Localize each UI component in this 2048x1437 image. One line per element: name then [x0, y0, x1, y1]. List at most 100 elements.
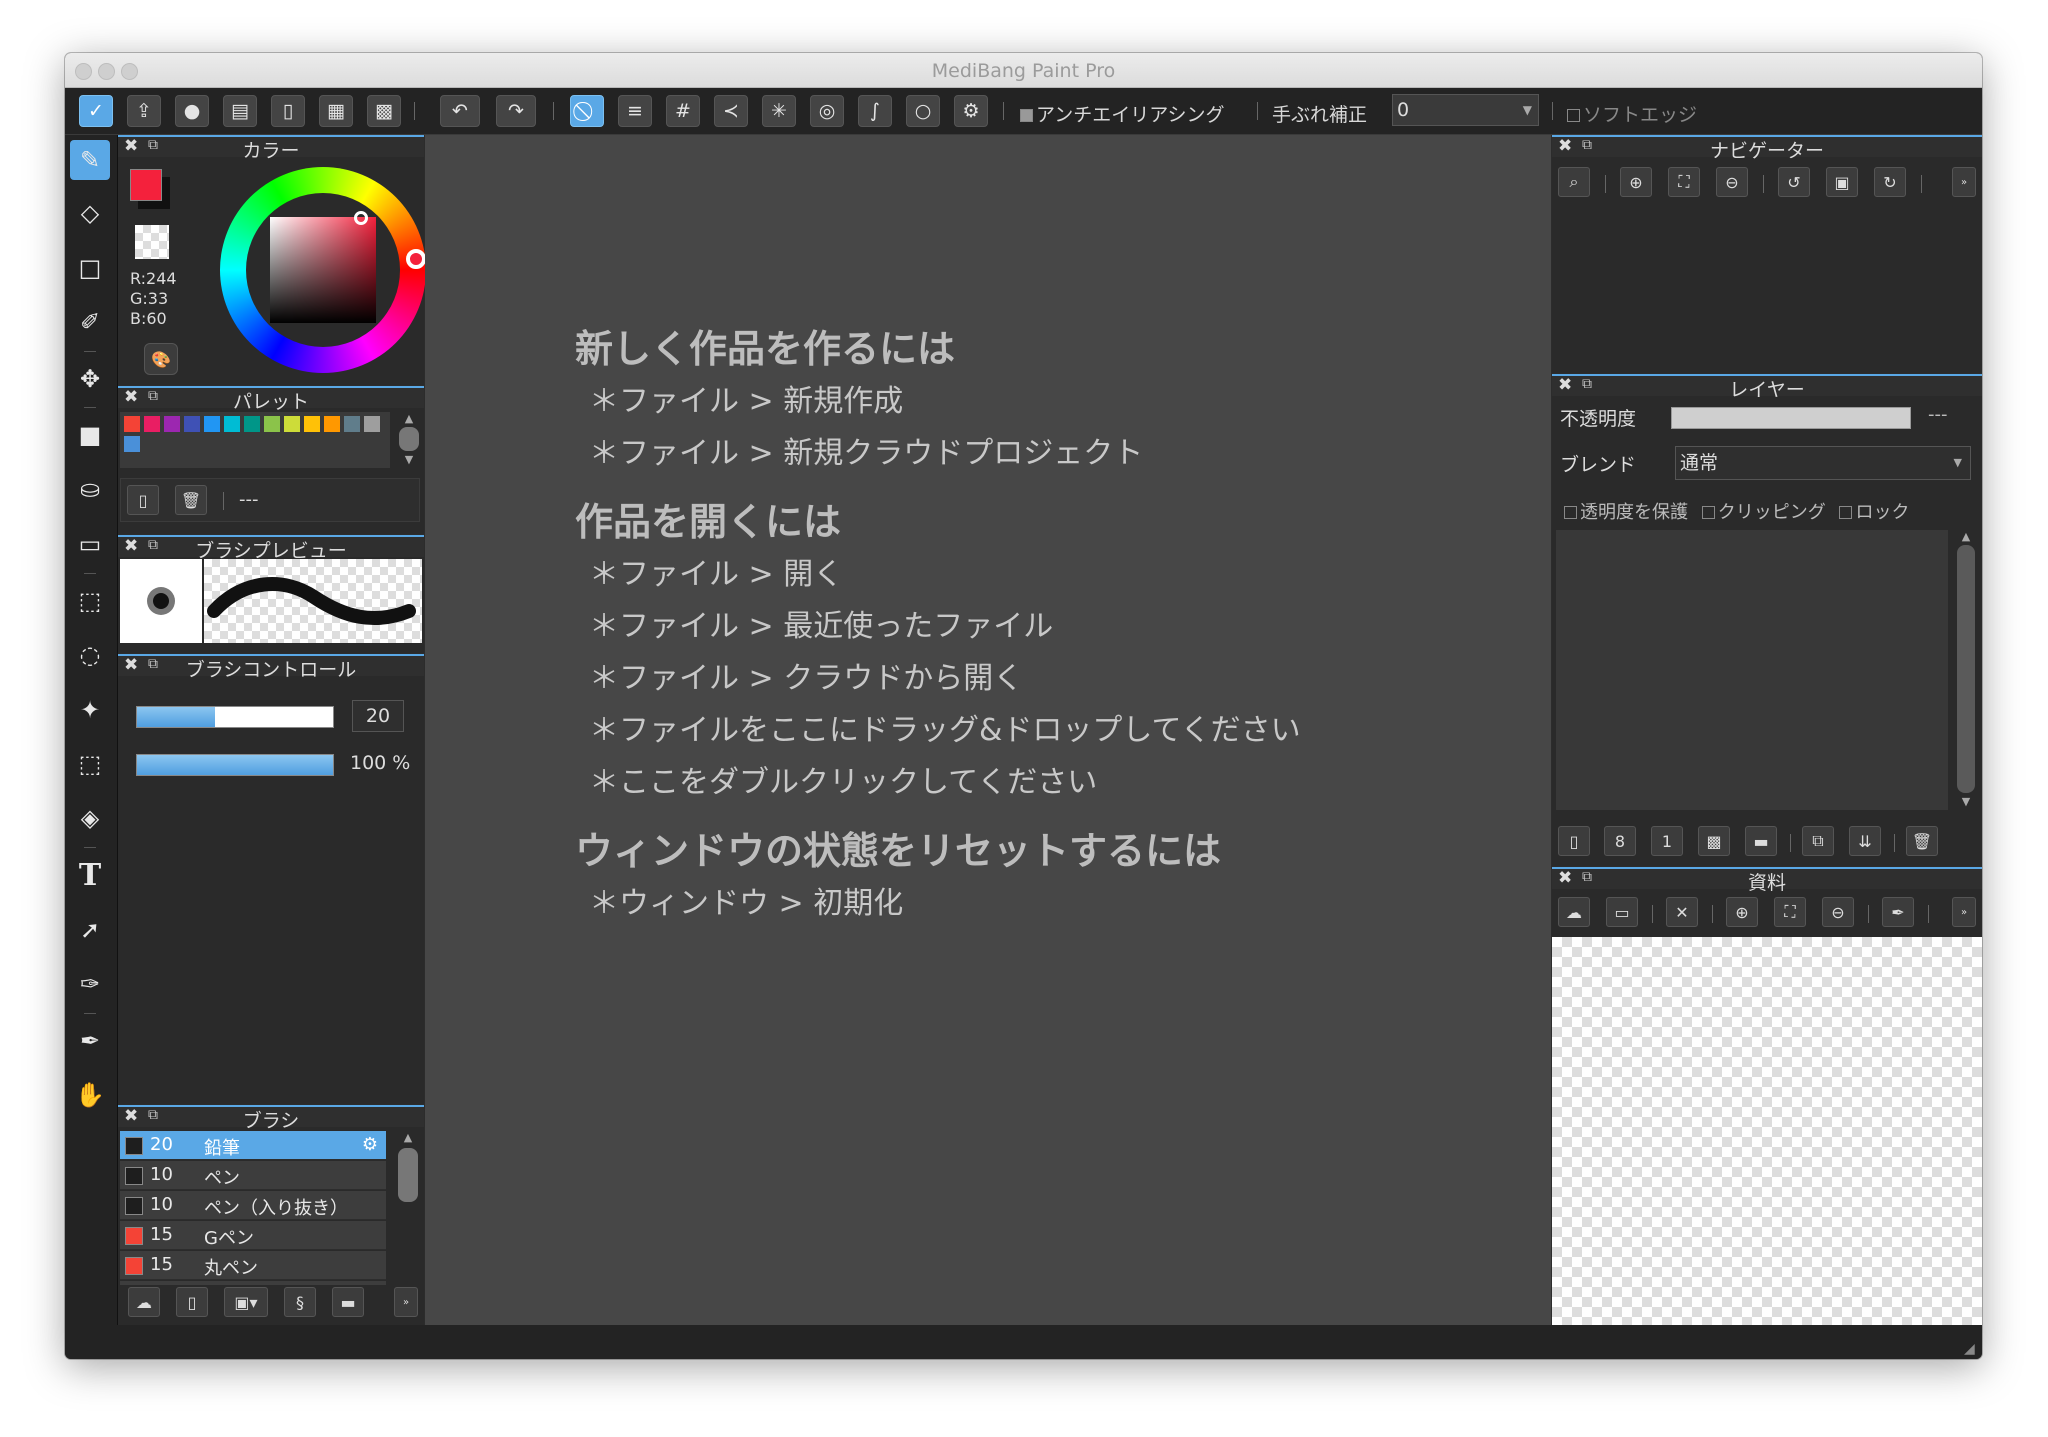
- brush-size-input[interactable]: 20: [352, 700, 404, 732]
- parallel-snap-button[interactable]: ≡: [618, 95, 652, 127]
- brush-list-item[interactable]: 10 ペン（入り抜き）: [120, 1191, 386, 1220]
- navigator-zoom-out-button[interactable]: ⊖: [1716, 167, 1748, 197]
- bucket-tool[interactable]: ⛀: [70, 469, 110, 509]
- palette-swatch[interactable]: [124, 416, 140, 432]
- delete-layer-button[interactable]: 🗑: [1906, 826, 1938, 856]
- navigator-reset-button[interactable]: ▣: [1826, 167, 1858, 197]
- material-close-button[interactable]: ✕: [1666, 897, 1698, 927]
- antialias-toggle[interactable]: アンチエイリアシング: [1020, 100, 1224, 127]
- palette-new-button[interactable]: ▯: [127, 485, 159, 515]
- balloon-button[interactable]: ●: [175, 95, 209, 127]
- sv-picker-handle[interactable]: [354, 211, 368, 225]
- perspective-snap-button[interactable]: ≺: [714, 95, 748, 127]
- layer-opacity-slider[interactable]: [1671, 407, 1911, 429]
- move-tool[interactable]: ✥: [70, 359, 110, 399]
- material-menu-button[interactable]: »: [1952, 897, 1976, 927]
- new-layer-button[interactable]: ▯: [1558, 826, 1590, 856]
- clipping-toggle[interactable]: クリッピング: [1701, 502, 1826, 523]
- brush-script-button[interactable]: §: [284, 1287, 316, 1317]
- brush-list-item[interactable]: 15 丸ペン: [120, 1251, 386, 1280]
- panel-layout-button[interactable]: ▦: [319, 95, 353, 127]
- curve-snap-button[interactable]: ∫: [858, 95, 892, 127]
- duplicate-layer-button[interactable]: ⧉: [1802, 826, 1834, 856]
- palette-swatch[interactable]: [304, 416, 320, 432]
- magic-wand-tool[interactable]: ✦: [70, 690, 110, 730]
- frame-button[interactable]: ▩: [367, 95, 401, 127]
- brush-add-menu-button[interactable]: ▣▾: [224, 1287, 268, 1317]
- palette-swatch[interactable]: [184, 416, 200, 432]
- navigator-rotate-right-button[interactable]: ↻: [1874, 167, 1906, 197]
- snap-off-button[interactable]: ⃠: [570, 95, 604, 127]
- select-pen-tool[interactable]: ⬚: [70, 744, 110, 784]
- palette-swatch[interactable]: [264, 416, 280, 432]
- merge-layer-button[interactable]: ⇊: [1849, 826, 1881, 856]
- dot-brush-tool[interactable]: ✐: [70, 302, 110, 342]
- brush-panel-menu-button[interactable]: »: [394, 1287, 418, 1317]
- resize-grip-icon[interactable]: ◢: [1964, 1341, 1980, 1357]
- share-button[interactable]: ⇪: [127, 95, 161, 127]
- soft-edge-checkbox[interactable]: [1567, 109, 1580, 122]
- lock-checkbox[interactable]: [1839, 506, 1853, 519]
- palette-scrollbar[interactable]: ▲ ▼: [398, 412, 420, 468]
- new-1bit-layer-button[interactable]: 1: [1651, 826, 1683, 856]
- saturation-value-square[interactable]: [270, 217, 376, 323]
- protect-alpha-toggle[interactable]: 透明度を保護: [1564, 502, 1688, 523]
- brush-list-item[interactable]: 10 ペン: [120, 1161, 386, 1190]
- brush-opacity-slider[interactable]: [136, 754, 334, 776]
- brush-folder-button[interactable]: ▬: [332, 1287, 364, 1317]
- palette-swatch[interactable]: [144, 416, 160, 432]
- cloud-sync-button[interactable]: ✓: [79, 95, 113, 127]
- brush-size-slider[interactable]: [136, 706, 334, 728]
- select-tool[interactable]: ⬚: [70, 581, 110, 621]
- brush-new-button[interactable]: ▯: [176, 1287, 208, 1317]
- navigator-rotate-left-button[interactable]: ↺: [1778, 167, 1810, 197]
- navigator-fit-button[interactable]: ⛶: [1668, 167, 1700, 197]
- redo-button[interactable]: ↷: [496, 95, 536, 127]
- palette-swatch[interactable]: [364, 416, 380, 432]
- brush-tool[interactable]: ✎: [70, 140, 110, 180]
- stabilizer-select[interactable]: 0 ▼: [1392, 94, 1539, 126]
- shape-tool[interactable]: □: [70, 248, 110, 288]
- palette-swatch[interactable]: [164, 416, 180, 432]
- concentric-snap-button[interactable]: ◎: [810, 95, 844, 127]
- antialias-checkbox[interactable]: [1020, 109, 1033, 122]
- grid-snap-button[interactable]: #: [666, 95, 700, 127]
- navigator-zoom-in-button[interactable]: ⊕: [1620, 167, 1652, 197]
- material-eyedropper-button[interactable]: ✒: [1882, 897, 1914, 927]
- brush-cloud-button[interactable]: ☁: [128, 1287, 160, 1317]
- hue-wheel[interactable]: [220, 167, 426, 373]
- lock-toggle[interactable]: ロック: [1839, 502, 1909, 523]
- palette-swatch[interactable]: [284, 416, 300, 432]
- comment-button[interactable]: ▤: [223, 95, 257, 127]
- gradient-tool[interactable]: ▭: [70, 524, 110, 564]
- select-eraser-tool[interactable]: ◈: [70, 798, 110, 838]
- material-fit-button[interactable]: ⛶: [1774, 897, 1806, 927]
- new-halftone-layer-button[interactable]: ▩: [1698, 826, 1730, 856]
- navigator-zoom-button[interactable]: ⌕: [1558, 167, 1590, 197]
- eraser-tool[interactable]: ◇: [70, 193, 110, 233]
- snap-settings-button[interactable]: ⚙: [954, 95, 988, 127]
- layer-list-scrollbar[interactable]: ▲ ▼: [1954, 530, 1978, 810]
- new-8bit-layer-button[interactable]: 8: [1604, 826, 1636, 856]
- palette-swatch[interactable]: [244, 416, 260, 432]
- radial-snap-button[interactable]: ✳: [762, 95, 796, 127]
- palette-swatch[interactable]: [344, 416, 360, 432]
- circle-snap-button[interactable]: ○: [906, 95, 940, 127]
- fill-tool[interactable]: ■: [70, 415, 110, 455]
- material-open-button[interactable]: ▭: [1606, 897, 1638, 927]
- canvas-area[interactable]: 新しく作品を作るには ＊ファイル > 新規作成 ＊ファイル > 新規クラウドプロ…: [425, 135, 1551, 1325]
- divide-tool[interactable]: ✑: [70, 964, 110, 1004]
- operation-tool[interactable]: ➚: [70, 910, 110, 950]
- palette-swatch[interactable]: [324, 416, 340, 432]
- transparent-color[interactable]: [135, 225, 169, 259]
- material-zoom-out-button[interactable]: ⊖: [1822, 897, 1854, 927]
- blend-mode-select[interactable]: 通常 ▼: [1675, 446, 1971, 480]
- brush-list-item[interactable]: 15 Gペン: [120, 1221, 386, 1250]
- hand-tool[interactable]: ✋: [70, 1075, 110, 1115]
- palette-delete-button[interactable]: 🗑: [175, 485, 207, 515]
- material-preview[interactable]: [1552, 937, 1982, 1325]
- foreground-color[interactable]: [130, 169, 162, 201]
- protect-alpha-checkbox[interactable]: [1564, 506, 1577, 519]
- brush-settings-icon[interactable]: ⚙: [362, 1134, 378, 1155]
- lasso-tool[interactable]: ◌: [70, 635, 110, 675]
